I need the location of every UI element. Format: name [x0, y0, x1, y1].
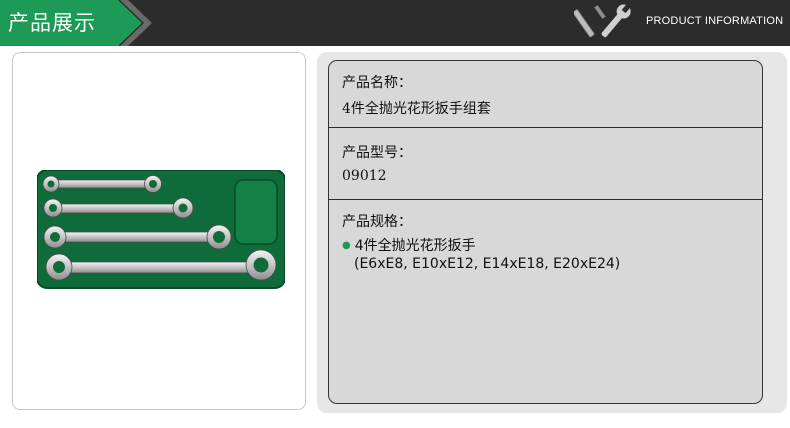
- info-panel: 产品名称： 4件全抛光花形扳手组套 产品型号： 09012 产品规格： ● 4件全…: [328, 60, 763, 404]
- spec-item-text: 4件全抛光花形扳手: [354, 238, 476, 254]
- product-name-label: 产品名称：: [342, 75, 412, 91]
- product-model-label: 产品型号：: [342, 145, 412, 161]
- wrench-set-image: [37, 170, 285, 289]
- product-info-label: PRODUCT INFORMATION: [646, 15, 784, 27]
- product-spec-section: 产品规格： ● 4件全抛光花形扳手 (E6xE8, E10xE12, E14xE1…: [329, 200, 762, 400]
- product-name-value: 4件全抛光花形扳手组套: [342, 101, 491, 117]
- wrench-screwdriver-icon: [574, 3, 631, 38]
- bullet-icon: ●: [342, 240, 351, 251]
- header-bar: 产品展示 PRODUCT INFORMATION: [0, 0, 790, 46]
- product-model-section: 产品型号： 09012: [329, 128, 762, 199]
- spec-sizes: (E6xE8, E10xE12, E14xE18, E20xE24): [354, 256, 621, 272]
- product-model-value: 09012: [342, 168, 387, 184]
- product-image-card: [12, 52, 306, 410]
- product-name-section: 产品名称： 4件全抛光花形扳手组套: [329, 61, 762, 127]
- spec-item: ● 4件全抛光花形扳手: [342, 235, 476, 255]
- product-spec-label: 产品规格：: [342, 214, 412, 230]
- page-title: 产品展示: [8, 11, 96, 35]
